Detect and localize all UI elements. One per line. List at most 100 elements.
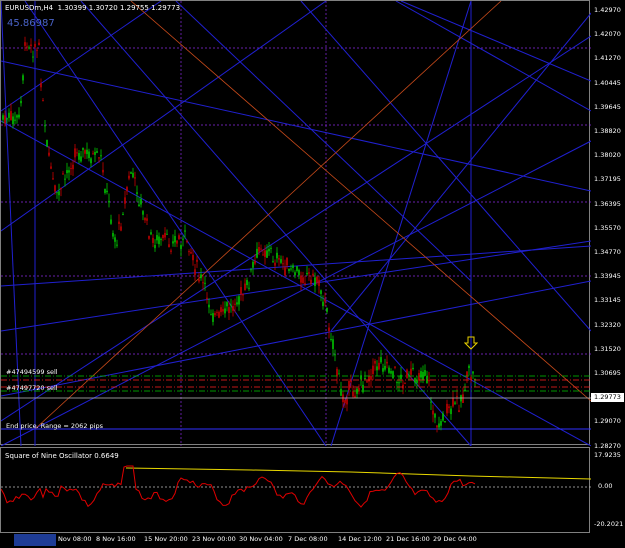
candle-body (384, 365, 386, 370)
candle-body (450, 408, 452, 415)
candle-body (274, 262, 276, 266)
candle-body (262, 254, 264, 256)
candle-body (400, 374, 402, 379)
oscillator-panel[interactable]: Square of Nine Oscillator 0.6649 (0, 447, 591, 534)
candle-body (300, 275, 302, 283)
candle-body (88, 151, 90, 159)
candle-body (180, 245, 182, 249)
candle-body (434, 413, 436, 418)
candle-body (154, 245, 156, 249)
candle-body (254, 261, 256, 264)
candle-body (48, 152, 50, 156)
price-tick: 1.31520 (594, 344, 621, 353)
main-chart-panel[interactable]: EURUSDm,H4 1.30399 1.30720 1.29755 1.297… (0, 0, 591, 446)
candle-body (36, 49, 38, 51)
current-price-box: 1.29773 (591, 393, 624, 402)
candle-body (282, 263, 284, 265)
candle-body (410, 368, 412, 375)
candle-body (128, 175, 130, 179)
candle-body (326, 307, 328, 312)
candle-body (354, 395, 356, 398)
candle-body (336, 368, 338, 377)
candle-body (94, 152, 96, 155)
order-label-1[interactable]: #47494599 sell (6, 368, 58, 376)
candle-body (308, 272, 310, 274)
candle-body (444, 420, 446, 422)
candle-body (150, 232, 152, 235)
gann-line (1, 60, 591, 192)
candle-body (344, 400, 346, 404)
candle-body (424, 370, 426, 376)
time-tick: 21 Dec 16:00 (386, 535, 430, 543)
candle-body (432, 410, 434, 415)
candle-body (366, 381, 368, 383)
time-tick: 7 Dec 08:00 (288, 535, 328, 543)
candle-body (80, 156, 82, 162)
candle-body (242, 293, 244, 296)
down-arrow-icon[interactable] (464, 336, 478, 350)
candle-body (290, 268, 292, 270)
candle-body (156, 235, 158, 241)
time-axis[interactable]: Nov 08:00 8 Nov 16:00 15 Nov 20:00 23 Nov 0… (0, 533, 590, 548)
price-scale[interactable]: 1.42970 1.42070 1.41270 1.40445 1.39645 1.388… (590, 0, 625, 533)
candle-body (178, 235, 180, 240)
candle-body (250, 269, 252, 271)
candle-body (226, 302, 228, 307)
osc-signal-line (125, 467, 591, 480)
candle-body (442, 413, 444, 421)
candle-body (92, 153, 94, 155)
candle-body (84, 150, 86, 154)
gann-line (1, 140, 591, 446)
candle-body (136, 192, 138, 194)
candle-body (212, 313, 214, 322)
gann-line (300, 1, 591, 332)
price-tick: 1.40445 (594, 78, 621, 87)
candle-body (206, 297, 208, 300)
price-tick: 1.33945 (594, 272, 621, 281)
candle-body (406, 369, 408, 378)
candle-body (192, 254, 194, 261)
main-chart-canvas[interactable] (1, 1, 591, 446)
chart-header: EURUSDm,H4 1.30399 1.30720 1.29755 1.297… (5, 4, 180, 12)
candle-body (316, 276, 318, 283)
candle-body (44, 125, 46, 127)
candle-body (62, 173, 64, 175)
candle-body (106, 190, 108, 193)
candle-body (78, 153, 80, 160)
candle-body (452, 398, 454, 407)
oscillator-canvas[interactable] (1, 448, 591, 534)
candle-body (26, 46, 28, 48)
candle-body (296, 266, 298, 271)
candle-body (350, 380, 352, 383)
order-label-2[interactable]: #47497720 sell (6, 384, 58, 392)
candle-body (302, 277, 304, 284)
candle-body (54, 185, 56, 192)
candle-body (160, 239, 162, 241)
price-tick: 1.38020 (594, 151, 621, 160)
candle-body (332, 339, 334, 350)
candle-body (260, 248, 262, 250)
candle-body (70, 168, 72, 170)
candle-body (200, 274, 202, 279)
candle-body (122, 213, 124, 215)
oscillator-title: Square of Nine Oscillator 0.6649 (5, 452, 119, 460)
price-tick: 1.34770 (594, 248, 621, 256)
candle-body (56, 192, 58, 194)
candle-body (436, 425, 438, 428)
candle-body (238, 296, 240, 305)
candle-body (220, 307, 222, 313)
candle-body (130, 172, 132, 174)
candle-body (458, 410, 460, 412)
candle-body (96, 151, 98, 153)
candle-body (174, 236, 176, 243)
ohlc-values: 1.30399 1.30720 1.29755 1.29773 (57, 4, 181, 12)
time-tick: 29 Dec 04:00 (433, 535, 477, 543)
candle-body (30, 44, 32, 46)
candle-body (340, 388, 342, 396)
candle-body (108, 200, 110, 203)
candle-body (158, 236, 160, 245)
candle-body (104, 189, 106, 193)
candle-body (8, 112, 10, 118)
candle-body (244, 283, 246, 291)
candle-body (364, 378, 366, 380)
